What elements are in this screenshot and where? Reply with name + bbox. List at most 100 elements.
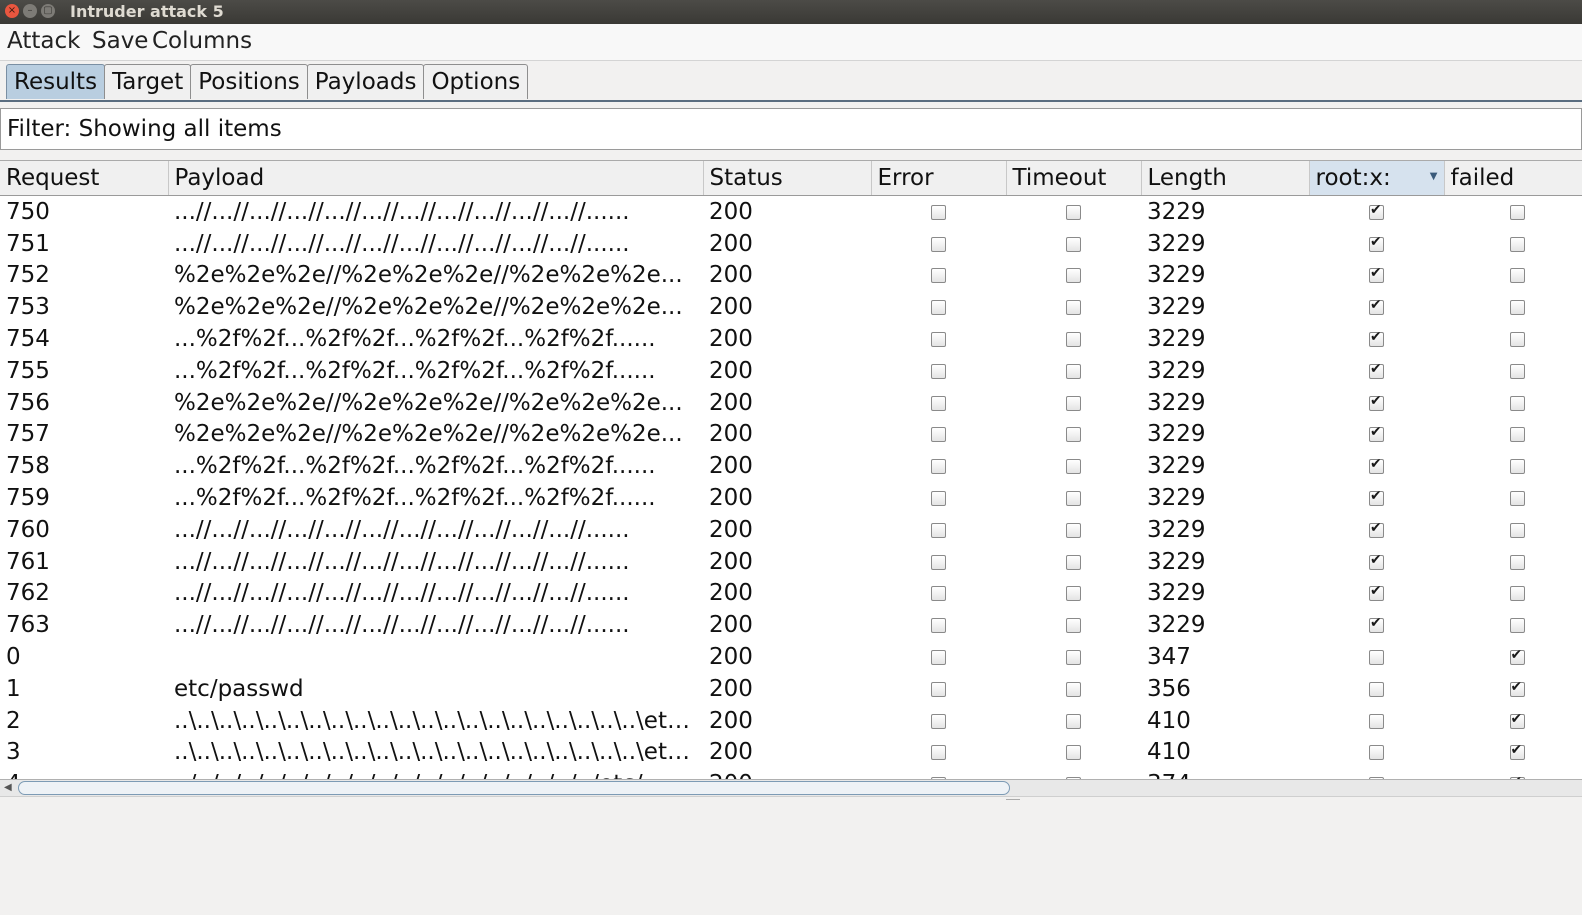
rootx-checkbox[interactable] <box>1369 745 1384 761</box>
failed-checkbox[interactable] <box>1509 268 1525 284</box>
timeout-checkbox[interactable] <box>1066 618 1081 634</box>
error-checkbox[interactable] <box>931 332 946 348</box>
table-row[interactable]: 757 %2e%2e%2e//%2e%2e%2e//%2e%2e%2e... 200… <box>0 419 1582 451</box>
minimize-window-button[interactable]: – <box>23 4 37 18</box>
menu-attack[interactable]: Attack <box>7 28 80 54</box>
failed-checkbox[interactable] <box>1509 522 1525 538</box>
menu-save[interactable]: Save <box>92 28 148 54</box>
timeout-checkbox[interactable] <box>1066 713 1081 729</box>
failed-checkbox[interactable] <box>1509 332 1525 348</box>
timeout-checkbox[interactable] <box>1066 204 1081 220</box>
rootx-checkbox[interactable] <box>1369 552 1384 570</box>
rootx-checkbox[interactable] <box>1369 456 1384 475</box>
failed-checkbox[interactable] <box>1509 204 1525 220</box>
column-header-rootx[interactable]: root:x: ▼ <box>1309 161 1445 196</box>
timeout-checkbox[interactable] <box>1066 332 1081 348</box>
scroll-left-icon[interactable]: ◀ <box>4 782 12 793</box>
rootx-checkbox[interactable] <box>1369 713 1384 729</box>
failed-checkbox[interactable] <box>1509 427 1525 443</box>
column-header-request[interactable]: Request <box>0 161 169 196</box>
failed-checkbox[interactable] <box>1509 363 1525 379</box>
failed-checkbox[interactable] <box>1509 395 1525 411</box>
tab-options[interactable]: Options <box>423 64 529 99</box>
table-row[interactable]: 761 ...//...//...//...//...//...//...//..… <box>0 546 1582 578</box>
column-header-error[interactable]: Error <box>871 161 1007 196</box>
error-checkbox[interactable] <box>931 745 946 761</box>
table-row[interactable]: 754 ...%2f%2f...%2f%2f...%2f%2f...%2f%2f.… <box>0 323 1582 355</box>
failed-checkbox[interactable] <box>1509 236 1525 252</box>
scrollbar-thumb[interactable] <box>18 781 1010 795</box>
rootx-checkbox[interactable] <box>1369 424 1384 443</box>
rootx-checkbox[interactable] <box>1369 583 1384 602</box>
table-row[interactable]: 756 %2e%2e%2e//%2e%2e%2e//%2e%2e%2e... 200… <box>0 387 1582 419</box>
failed-checkbox[interactable] <box>1509 679 1525 697</box>
table-row[interactable]: 755 ...%2f%2f...%2f%2f...%2f%2f...%2f%2f.… <box>0 355 1582 387</box>
tab-target[interactable]: Target <box>104 64 192 99</box>
horizontal-scrollbar[interactable]: ◀ <box>0 779 1582 796</box>
error-checkbox[interactable] <box>931 554 946 570</box>
rootx-checkbox[interactable] <box>1369 520 1384 538</box>
rootx-checkbox[interactable] <box>1369 265 1384 284</box>
failed-checkbox[interactable] <box>1509 491 1525 507</box>
error-checkbox[interactable] <box>931 236 946 252</box>
failed-checkbox[interactable] <box>1509 300 1525 316</box>
error-checkbox[interactable] <box>931 204 946 220</box>
failed-checkbox[interactable] <box>1509 711 1525 729</box>
table-row[interactable]: 1 etc/passwd 200 356 <box>0 673 1582 705</box>
timeout-checkbox[interactable] <box>1066 681 1081 697</box>
failed-checkbox[interactable] <box>1509 554 1525 570</box>
failed-checkbox[interactable] <box>1509 618 1525 634</box>
timeout-checkbox[interactable] <box>1066 427 1081 443</box>
table-row[interactable]: 753 %2e%2e%2e//%2e%2e%2e//%2e%2e%2e... 200… <box>0 291 1582 323</box>
timeout-checkbox[interactable] <box>1066 491 1081 507</box>
column-header-length[interactable]: Length <box>1141 161 1310 196</box>
error-checkbox[interactable] <box>931 268 946 284</box>
rootx-checkbox[interactable] <box>1369 681 1384 697</box>
failed-checkbox[interactable] <box>1509 647 1525 666</box>
maximize-window-button[interactable]: ▢ <box>41 4 55 18</box>
timeout-checkbox[interactable] <box>1066 300 1081 316</box>
rootx-checkbox[interactable] <box>1369 202 1384 220</box>
rootx-checkbox[interactable] <box>1369 234 1384 252</box>
table-row[interactable]: 752 %2e%2e%2e//%2e%2e%2e//%2e%2e%2e... 200… <box>0 260 1582 292</box>
table-row[interactable]: 3 ..\..\..\..\..\..\..\..\..\..\..\..\..\… <box>0 737 1582 769</box>
failed-checkbox[interactable] <box>1509 586 1525 602</box>
error-checkbox[interactable] <box>931 300 946 316</box>
table-row[interactable]: 2 ..\..\..\..\..\..\..\..\..\..\..\..\..\… <box>0 705 1582 737</box>
table-row[interactable]: 759 ...%2f%2f...%2f%2f...%2f%2f...%2f%2f.… <box>0 482 1582 514</box>
rootx-checkbox[interactable] <box>1369 393 1384 411</box>
error-checkbox[interactable] <box>931 586 946 602</box>
timeout-checkbox[interactable] <box>1066 554 1081 570</box>
error-checkbox[interactable] <box>931 491 946 507</box>
column-header-status[interactable]: Status <box>703 161 872 196</box>
timeout-checkbox[interactable] <box>1066 459 1081 475</box>
error-checkbox[interactable] <box>931 363 946 379</box>
error-checkbox[interactable] <box>931 713 946 729</box>
column-header-payload[interactable]: Payload <box>168 161 704 196</box>
timeout-checkbox[interactable] <box>1066 745 1081 761</box>
table-row[interactable]: 758 ...%2f%2f...%2f%2f...%2f%2f...%2f%2f.… <box>0 450 1582 482</box>
rootx-checkbox[interactable] <box>1369 650 1384 666</box>
error-checkbox[interactable] <box>931 681 946 697</box>
error-checkbox[interactable] <box>931 395 946 411</box>
table-row[interactable]: 0 200 347 <box>0 641 1582 673</box>
tab-results[interactable]: Results <box>6 64 106 99</box>
timeout-checkbox[interactable] <box>1066 395 1081 411</box>
close-window-button[interactable]: × <box>5 4 19 18</box>
table-row[interactable]: 751 ...//...//...//...//...//...//...//..… <box>0 228 1582 260</box>
error-checkbox[interactable] <box>931 618 946 634</box>
tab-positions[interactable]: Positions <box>190 64 308 99</box>
rootx-checkbox[interactable] <box>1369 615 1384 634</box>
error-checkbox[interactable] <box>931 522 946 538</box>
failed-checkbox[interactable] <box>1509 459 1525 475</box>
error-checkbox[interactable] <box>931 427 946 443</box>
timeout-checkbox[interactable] <box>1066 363 1081 379</box>
timeout-checkbox[interactable] <box>1066 522 1081 538</box>
column-header-failed[interactable]: failed <box>1444 161 1582 196</box>
failed-checkbox[interactable] <box>1509 742 1525 761</box>
tab-payloads[interactable]: Payloads <box>306 64 425 99</box>
rootx-checkbox[interactable] <box>1369 361 1384 379</box>
error-checkbox[interactable] <box>931 650 946 666</box>
filter-bar[interactable]: Filter: Showing all items <box>0 108 1582 150</box>
rootx-checkbox[interactable] <box>1369 329 1384 348</box>
